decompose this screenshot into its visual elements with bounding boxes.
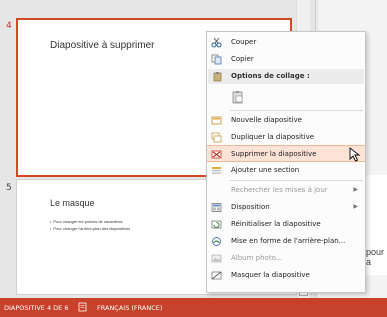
duplicate-icon: [211, 132, 222, 143]
chevron-right-icon: ▶: [353, 203, 358, 210]
editor-partial-text: pour a: [366, 247, 385, 267]
menu-item-layout-label: Disposition: [231, 203, 270, 211]
chevron-right-icon: ▶: [353, 186, 358, 193]
menu-item-copy[interactable]: Copier: [207, 51, 365, 68]
mouse-cursor-icon: [349, 147, 361, 162]
menu-item-delete-label: Supprimer la diapositive: [231, 150, 317, 158]
menu-item-new-slide[interactable]: Nouvelle diapositive: [207, 112, 365, 129]
menu-item-hide-slide[interactable]: Masquer la diapositive: [207, 267, 365, 284]
slide-5-title: Le masque: [50, 198, 95, 208]
layout-icon: [211, 203, 222, 212]
menu-item-layout[interactable]: Disposition ▶: [207, 199, 365, 216]
menu-item-reset-label: Réinitialiser la diapositive: [231, 220, 321, 228]
menu-item-duplicate-label: Dupliquer la diapositive: [231, 133, 315, 141]
context-menu: Couper Copier Options de collage : Nouve…: [206, 31, 366, 293]
menu-item-photo-album-label: Album photo...: [231, 254, 283, 262]
menu-item-new-slide-label: Nouvelle diapositive: [231, 116, 302, 124]
menu-item-copy-label: Copier: [231, 55, 254, 63]
menu-item-format-background[interactable]: Mise en forme de l'arrière-plan...: [207, 233, 365, 250]
delete-slide-icon: [211, 150, 222, 159]
menu-item-duplicate[interactable]: Dupliquer la diapositive: [207, 129, 365, 146]
menu-item-delete-slide[interactable]: Supprimer la diapositive: [207, 145, 365, 162]
photo-album-icon: [211, 254, 222, 263]
paste-option-icon: [232, 91, 243, 104]
section-icon: [212, 167, 221, 174]
status-slide-info[interactable]: DIAPOSITIVE 4 DE 6: [4, 304, 68, 312]
menu-separator: [230, 110, 363, 111]
menu-item-check-updates[interactable]: Rechercher les mises à jour ▶: [207, 182, 365, 199]
menu-item-cut-label: Couper: [231, 38, 257, 46]
status-bar: DIAPOSITIVE 4 DE 6 FRANÇAIS (FRANCE): [0, 298, 387, 317]
proofing-icon[interactable]: [78, 302, 88, 312]
slide-4-title: Diapositive à supprimer: [50, 40, 155, 51]
paste-keep-formatting-button[interactable]: [207, 86, 365, 108]
menu-item-hide-slide-label: Masquer la diapositive: [231, 271, 310, 279]
background-icon: [212, 237, 221, 246]
bullet-item: Pour changer l'arrière-plan des diaposit…: [50, 225, 130, 232]
slide-number-5: 5: [6, 183, 12, 193]
menu-item-format-background-label: Mise en forme de l'arrière-plan...: [231, 237, 346, 245]
menu-item-add-section-label: Ajouter une section: [231, 166, 300, 174]
paste-options-label: Options de collage :: [231, 72, 310, 80]
bullet-item: Pour changer les polices de caractères: [50, 218, 130, 225]
status-language[interactable]: FRANÇAIS (FRANCE): [97, 304, 162, 312]
new-slide-icon: [211, 116, 222, 125]
menu-item-add-section[interactable]: Ajouter une section: [207, 162, 365, 179]
paste-icon: [213, 72, 222, 82]
slide-number-4: 4: [6, 21, 12, 31]
reset-icon: [211, 220, 222, 229]
copy-icon: [211, 54, 222, 65]
menu-item-reset[interactable]: Réinitialiser la diapositive: [207, 216, 365, 233]
slide-5-bullets: Pour changer les polices de caractères P…: [50, 218, 130, 232]
paste-options-header: Options de collage :: [208, 69, 364, 84]
menu-item-photo-album[interactable]: Album photo...: [207, 250, 365, 267]
hide-slide-icon: [211, 271, 222, 280]
menu-separator: [230, 180, 363, 181]
menu-item-cut[interactable]: Couper: [207, 34, 365, 51]
scissors-icon: [211, 37, 222, 48]
menu-item-check-updates-label: Rechercher les mises à jour: [231, 186, 328, 194]
